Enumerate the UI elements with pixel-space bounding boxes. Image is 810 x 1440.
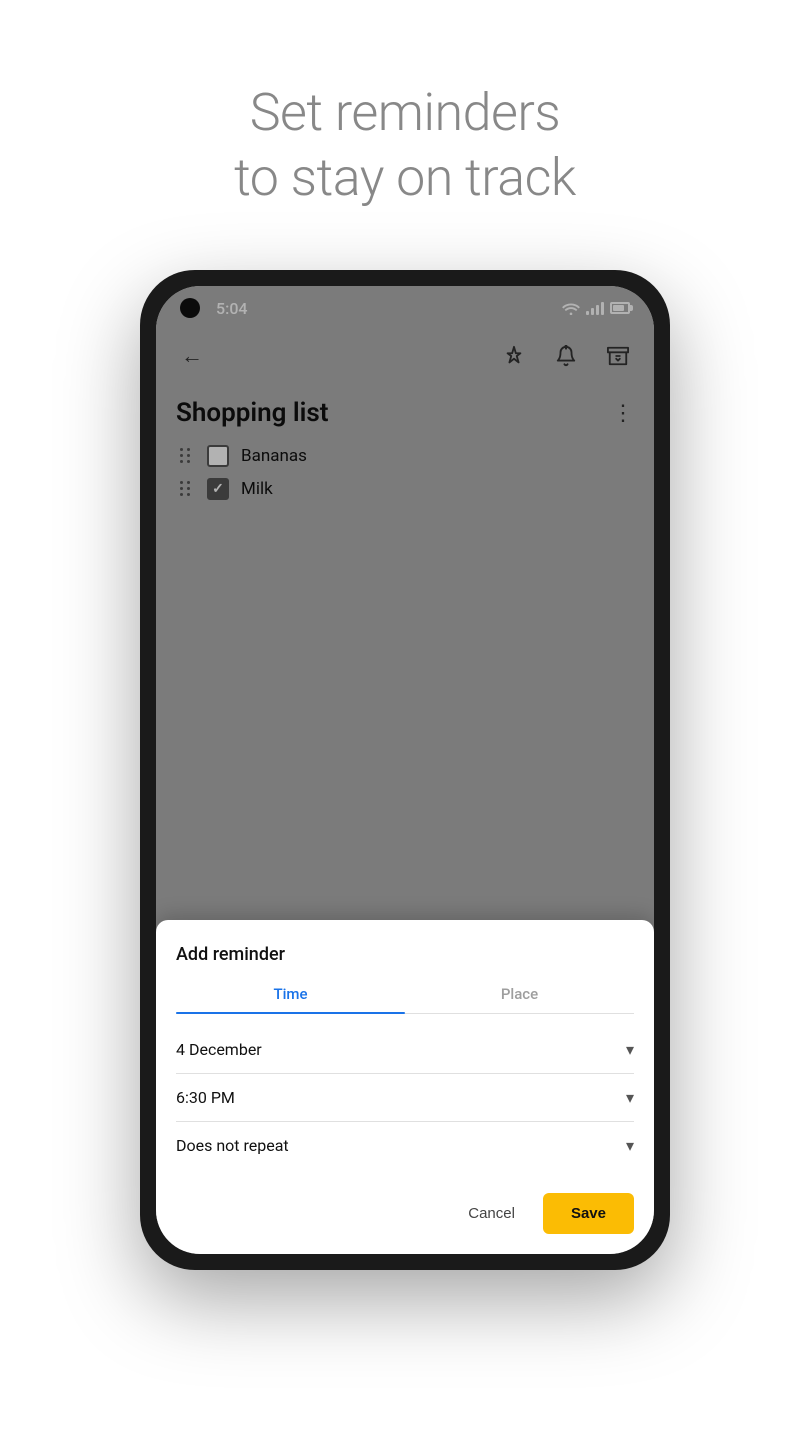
headline-line2: to stay on track bbox=[234, 147, 576, 208]
tab-time[interactable]: Time bbox=[176, 985, 405, 1013]
modal-overlay: Add reminder Time Place 4 December ▾ 6:3… bbox=[156, 286, 654, 1254]
date-dropdown-arrow: ▾ bbox=[626, 1040, 634, 1059]
phone-mockup: 5:04 bbox=[140, 270, 670, 1270]
tab-row: Time Place bbox=[176, 985, 634, 1014]
time-dropdown-arrow: ▾ bbox=[626, 1088, 634, 1107]
note-area: Shopping list ⋮ Bananas bbox=[156, 382, 654, 1200]
time-dropdown[interactable]: 6:30 PM ▾ bbox=[176, 1074, 634, 1122]
repeat-dropdown[interactable]: Does not repeat ▾ bbox=[176, 1122, 634, 1169]
page-headline: Set reminders to stay on track bbox=[234, 80, 576, 210]
repeat-dropdown-arrow: ▾ bbox=[626, 1136, 634, 1155]
tab-place[interactable]: Place bbox=[405, 985, 634, 1013]
save-button[interactable]: Save bbox=[543, 1193, 634, 1234]
date-label: 4 December bbox=[176, 1040, 262, 1059]
phone-screen: 5:04 bbox=[156, 286, 654, 1254]
repeat-label: Does not repeat bbox=[176, 1136, 289, 1155]
add-reminder-dialog: Add reminder Time Place 4 December ▾ 6:3… bbox=[156, 920, 654, 1254]
dialog-title: Add reminder bbox=[176, 944, 634, 965]
cancel-button[interactable]: Cancel bbox=[452, 1195, 531, 1232]
headline-line1: Set reminders bbox=[250, 82, 561, 143]
dialog-actions: Cancel Save bbox=[176, 1193, 634, 1234]
time-label: 6:30 PM bbox=[176, 1088, 235, 1107]
date-dropdown[interactable]: 4 December ▾ bbox=[176, 1026, 634, 1074]
